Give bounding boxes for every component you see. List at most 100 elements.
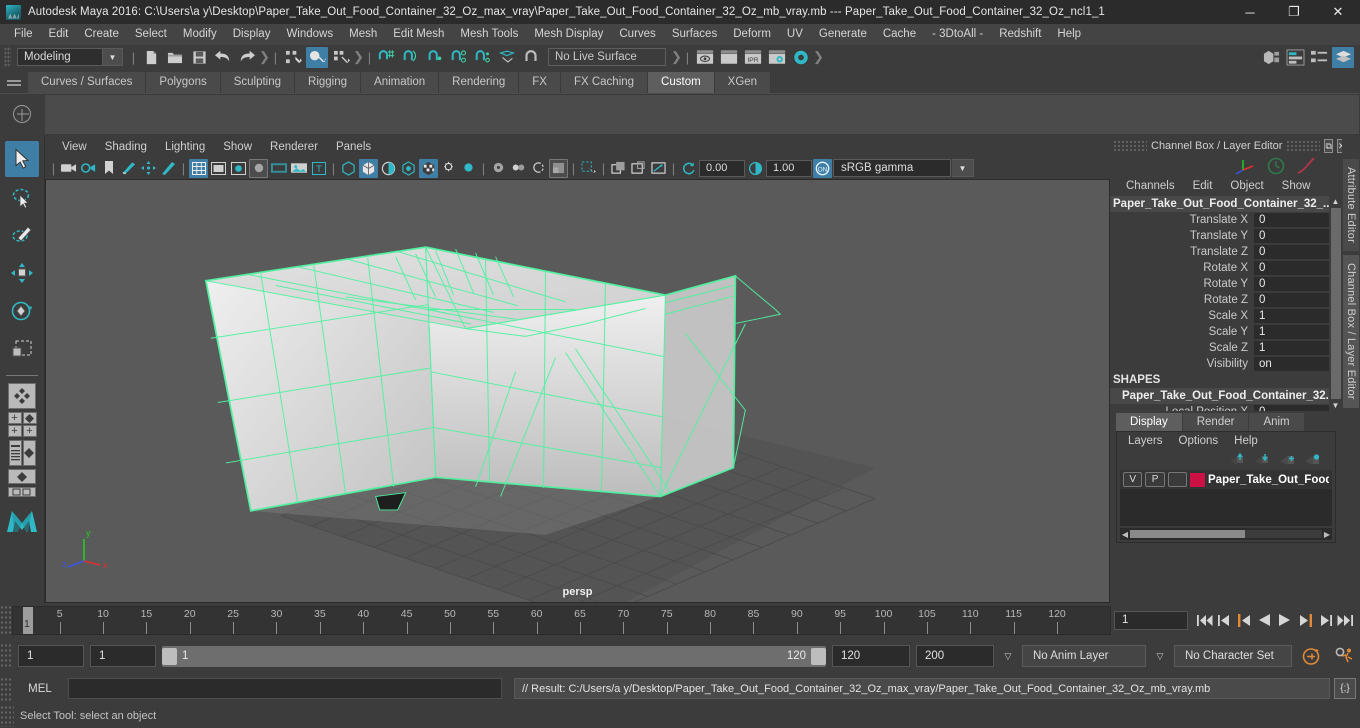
channel-box-scrollbar[interactable]: ▲ ▼: [1329, 196, 1342, 411]
character-set-caret-icon[interactable]: ▽: [1152, 651, 1168, 662]
wireframe-shading-icon[interactable]: [339, 159, 358, 178]
rotate-tool-button[interactable]: [5, 293, 39, 329]
anim-layer-caret-icon[interactable]: ▽: [1000, 651, 1016, 662]
gamma-reset-icon[interactable]: [746, 159, 765, 178]
scrollbar-thumb[interactable]: [1130, 530, 1246, 538]
channel-menu-0[interactable]: Channels: [1118, 176, 1183, 197]
ambient-occlusion-icon[interactable]: [459, 159, 478, 178]
play-backwards-button[interactable]: [1255, 609, 1274, 631]
scale-tool-button[interactable]: [5, 331, 39, 367]
undo-icon[interactable]: [212, 47, 234, 68]
menu-item-8[interactable]: Edit Mesh: [385, 24, 452, 45]
layout-cell[interactable]: [8, 440, 22, 466]
select-by-component-type-icon[interactable]: [330, 47, 352, 68]
menu-item-13[interactable]: Deform: [725, 24, 779, 45]
gamma-field[interactable]: 1.00: [766, 159, 812, 177]
menu-item-3[interactable]: Select: [127, 24, 175, 45]
toggle-attribute-editor-icon[interactable]: [1284, 47, 1306, 68]
xray-mode-icon[interactable]: [489, 159, 508, 178]
viewport-menu-0[interactable]: View: [53, 137, 96, 158]
shelf-tab-1[interactable]: Polygons: [146, 72, 221, 93]
layer-name-label[interactable]: Paper_Take_Out_Food_C: [1208, 474, 1329, 486]
toggle-resolution-gate-icon[interactable]: [229, 159, 248, 178]
image-based-lighting-icon[interactable]: [289, 159, 308, 178]
shade-with-wireframe-icon[interactable]: [379, 159, 398, 178]
redo-icon[interactable]: [236, 47, 258, 68]
channel-menu-2[interactable]: Object: [1222, 176, 1271, 197]
play-forwards-button[interactable]: [1275, 609, 1294, 631]
maximize-button[interactable]: ❐: [1272, 0, 1316, 24]
current-frame-field[interactable]: 1: [1114, 610, 1188, 630]
menu-item-16[interactable]: Cache: [875, 24, 924, 45]
step-forward-button[interactable]: [1315, 609, 1334, 631]
scrollbar-track[interactable]: [1130, 530, 1322, 538]
move-layer-down-icon[interactable]: [1254, 452, 1271, 466]
xray-joints-icon[interactable]: [509, 159, 528, 178]
minimize-button[interactable]: ─: [1228, 0, 1272, 24]
layer-list[interactable]: VP Paper_Take_Out_Food_C: [1120, 470, 1332, 526]
layout-cell[interactable]: +: [7, 425, 22, 437]
shelf-tab-0[interactable]: Curves / Surfaces: [28, 72, 147, 93]
live-surface-field[interactable]: No Live Surface: [548, 48, 666, 66]
hypershade-icon[interactable]: [790, 47, 812, 68]
menu-item-18[interactable]: Redshift: [991, 24, 1049, 45]
layout-four-view-button[interactable]: + + +: [3, 412, 41, 437]
animation-preferences-button[interactable]: [1330, 647, 1360, 666]
toggle-tool-settings-icon[interactable]: [1308, 47, 1330, 68]
render-current-frame-icon[interactable]: [694, 47, 716, 68]
viewport-render-icon[interactable]: [649, 159, 668, 178]
exposure-control-icon[interactable]: [269, 159, 288, 178]
isolate-select-icon[interactable]: [579, 159, 598, 178]
go-to-end-button[interactable]: [1335, 609, 1354, 631]
make-live-icon[interactable]: [496, 47, 518, 68]
shelf-options-button[interactable]: [0, 105, 44, 123]
layer-tab-0[interactable]: Display: [1116, 413, 1182, 431]
layer-playback-toggle[interactable]: P: [1145, 472, 1165, 487]
layout-persp-graph-button[interactable]: [3, 487, 41, 497]
shelf-handle[interactable]: [0, 69, 28, 93]
command-input-field[interactable]: [68, 678, 502, 699]
toggle-modeling-toolkit-icon[interactable]: [1260, 47, 1282, 68]
render-sequence-icon[interactable]: [718, 47, 740, 68]
viewport-menu-3[interactable]: Show: [214, 137, 261, 158]
viewport-menu-5[interactable]: Panels: [327, 137, 380, 158]
manipulator-icon[interactable]: [1234, 156, 1256, 176]
snap-to-curves-icon[interactable]: [400, 47, 422, 68]
menu-set-selector[interactable]: Modeling ▼: [17, 48, 123, 66]
select-by-hierarchy-icon[interactable]: [282, 47, 304, 68]
menu-item-17[interactable]: - 3DtoAll -: [924, 24, 991, 45]
layout-hypershade-persp-button[interactable]: [3, 469, 41, 484]
color-management-select[interactable]: sRGB gamma: [833, 159, 951, 177]
bookmark-icon[interactable]: [99, 159, 118, 178]
go-to-start-button[interactable]: [1195, 609, 1214, 631]
layer-visibility-toggle[interactable]: V: [1123, 472, 1143, 487]
use-all-lights-icon[interactable]: [419, 158, 438, 178]
range-end-handle[interactable]: [811, 647, 826, 665]
shelf-tab-4[interactable]: Animation: [361, 72, 440, 93]
layer-list-item[interactable]: VP Paper_Take_Out_Food_C: [1120, 470, 1332, 489]
menu-item-10[interactable]: Mesh Display: [526, 24, 611, 45]
menu-item-4[interactable]: Modify: [175, 24, 225, 45]
xray-active-components-icon[interactable]: [529, 159, 548, 178]
shelf-tab-5[interactable]: Rendering: [439, 72, 520, 93]
step-back-button[interactable]: [1215, 609, 1234, 631]
menu-item-15[interactable]: Generate: [811, 24, 875, 45]
toolbar-grip[interactable]: [4, 47, 11, 67]
snap-to-projected-center-icon[interactable]: [448, 47, 470, 68]
channel-menu-1[interactable]: Edit: [1185, 176, 1221, 197]
shelf-tab-7[interactable]: FX Caching: [560, 72, 649, 93]
new-layer-icon[interactable]: [1279, 452, 1296, 466]
side-tab-1[interactable]: Channel Box / Layer Editor: [1343, 254, 1359, 408]
menu-item-1[interactable]: Edit: [41, 24, 77, 45]
scroll-down-icon[interactable]: ▼: [1329, 400, 1342, 411]
camera-attributes-icon[interactable]: [79, 159, 98, 178]
menu-item-11[interactable]: Curves: [611, 24, 663, 45]
close-button[interactable]: ✕: [1316, 0, 1360, 24]
select-tool-button[interactable]: [5, 141, 39, 177]
shelf-tab-8[interactable]: Custom: [648, 72, 715, 93]
playback-end-time-field[interactable]: 120: [832, 645, 910, 667]
texture-display-icon[interactable]: [399, 159, 418, 178]
paint-selection-tool-button[interactable]: [5, 217, 39, 253]
undock-panel-button[interactable]: ⧉: [1324, 139, 1333, 153]
select-by-object-type-icon[interactable]: [306, 46, 328, 68]
